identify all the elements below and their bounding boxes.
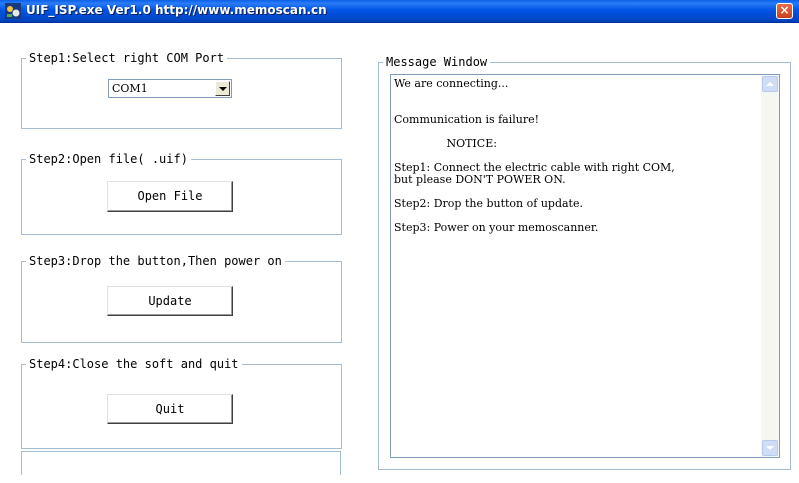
message-line: We are connecting... bbox=[394, 77, 509, 90]
close-icon: × bbox=[779, 3, 790, 17]
quit-button[interactable]: Quit bbox=[107, 394, 233, 424]
message-textarea[interactable]: We are connecting... Communication is fai… bbox=[390, 74, 780, 458]
step1-legend: Step1:Select right COM Port bbox=[26, 51, 228, 65]
title-bar[interactable]: UIF_ISP.exe Ver1.0 http://www.memoscan.c… bbox=[0, 0, 799, 23]
message-line: NOTICE: bbox=[394, 137, 497, 150]
status-group bbox=[21, 451, 341, 475]
step2-legend: Step2:Open file( .uif) bbox=[26, 152, 191, 166]
step3-legend: Step3:Drop the button,Then power on bbox=[26, 254, 285, 268]
message-line: Step2: Drop the button of update. bbox=[394, 197, 583, 210]
com-port-select[interactable]: COM1 bbox=[108, 79, 232, 98]
message-line bbox=[394, 90, 754, 102]
chevron-down-icon[interactable] bbox=[215, 81, 230, 96]
scroll-up-icon[interactable] bbox=[762, 76, 778, 92]
message-scrollbar[interactable] bbox=[761, 75, 779, 457]
message-text: We are connecting... Communication is fai… bbox=[394, 78, 754, 234]
message-line: Step3: Power on your memoscanner. bbox=[394, 221, 599, 234]
app-logo-icon bbox=[5, 3, 21, 19]
step4-legend: Step4:Close the soft and quit bbox=[26, 357, 242, 371]
com-port-value: COM1 bbox=[112, 82, 148, 95]
close-button[interactable]: × bbox=[776, 3, 793, 19]
scroll-down-icon[interactable] bbox=[762, 440, 778, 456]
message-window-legend: Message Window bbox=[383, 55, 491, 69]
window-title: UIF_ISP.exe Ver1.0 http://www.memoscan.c… bbox=[26, 3, 327, 17]
open-file-button[interactable]: Open File bbox=[107, 181, 233, 212]
message-line: but please DON'T POWER ON. bbox=[394, 173, 566, 186]
update-button[interactable]: Update bbox=[107, 286, 233, 316]
message-line: Communication is failure! bbox=[394, 113, 540, 126]
